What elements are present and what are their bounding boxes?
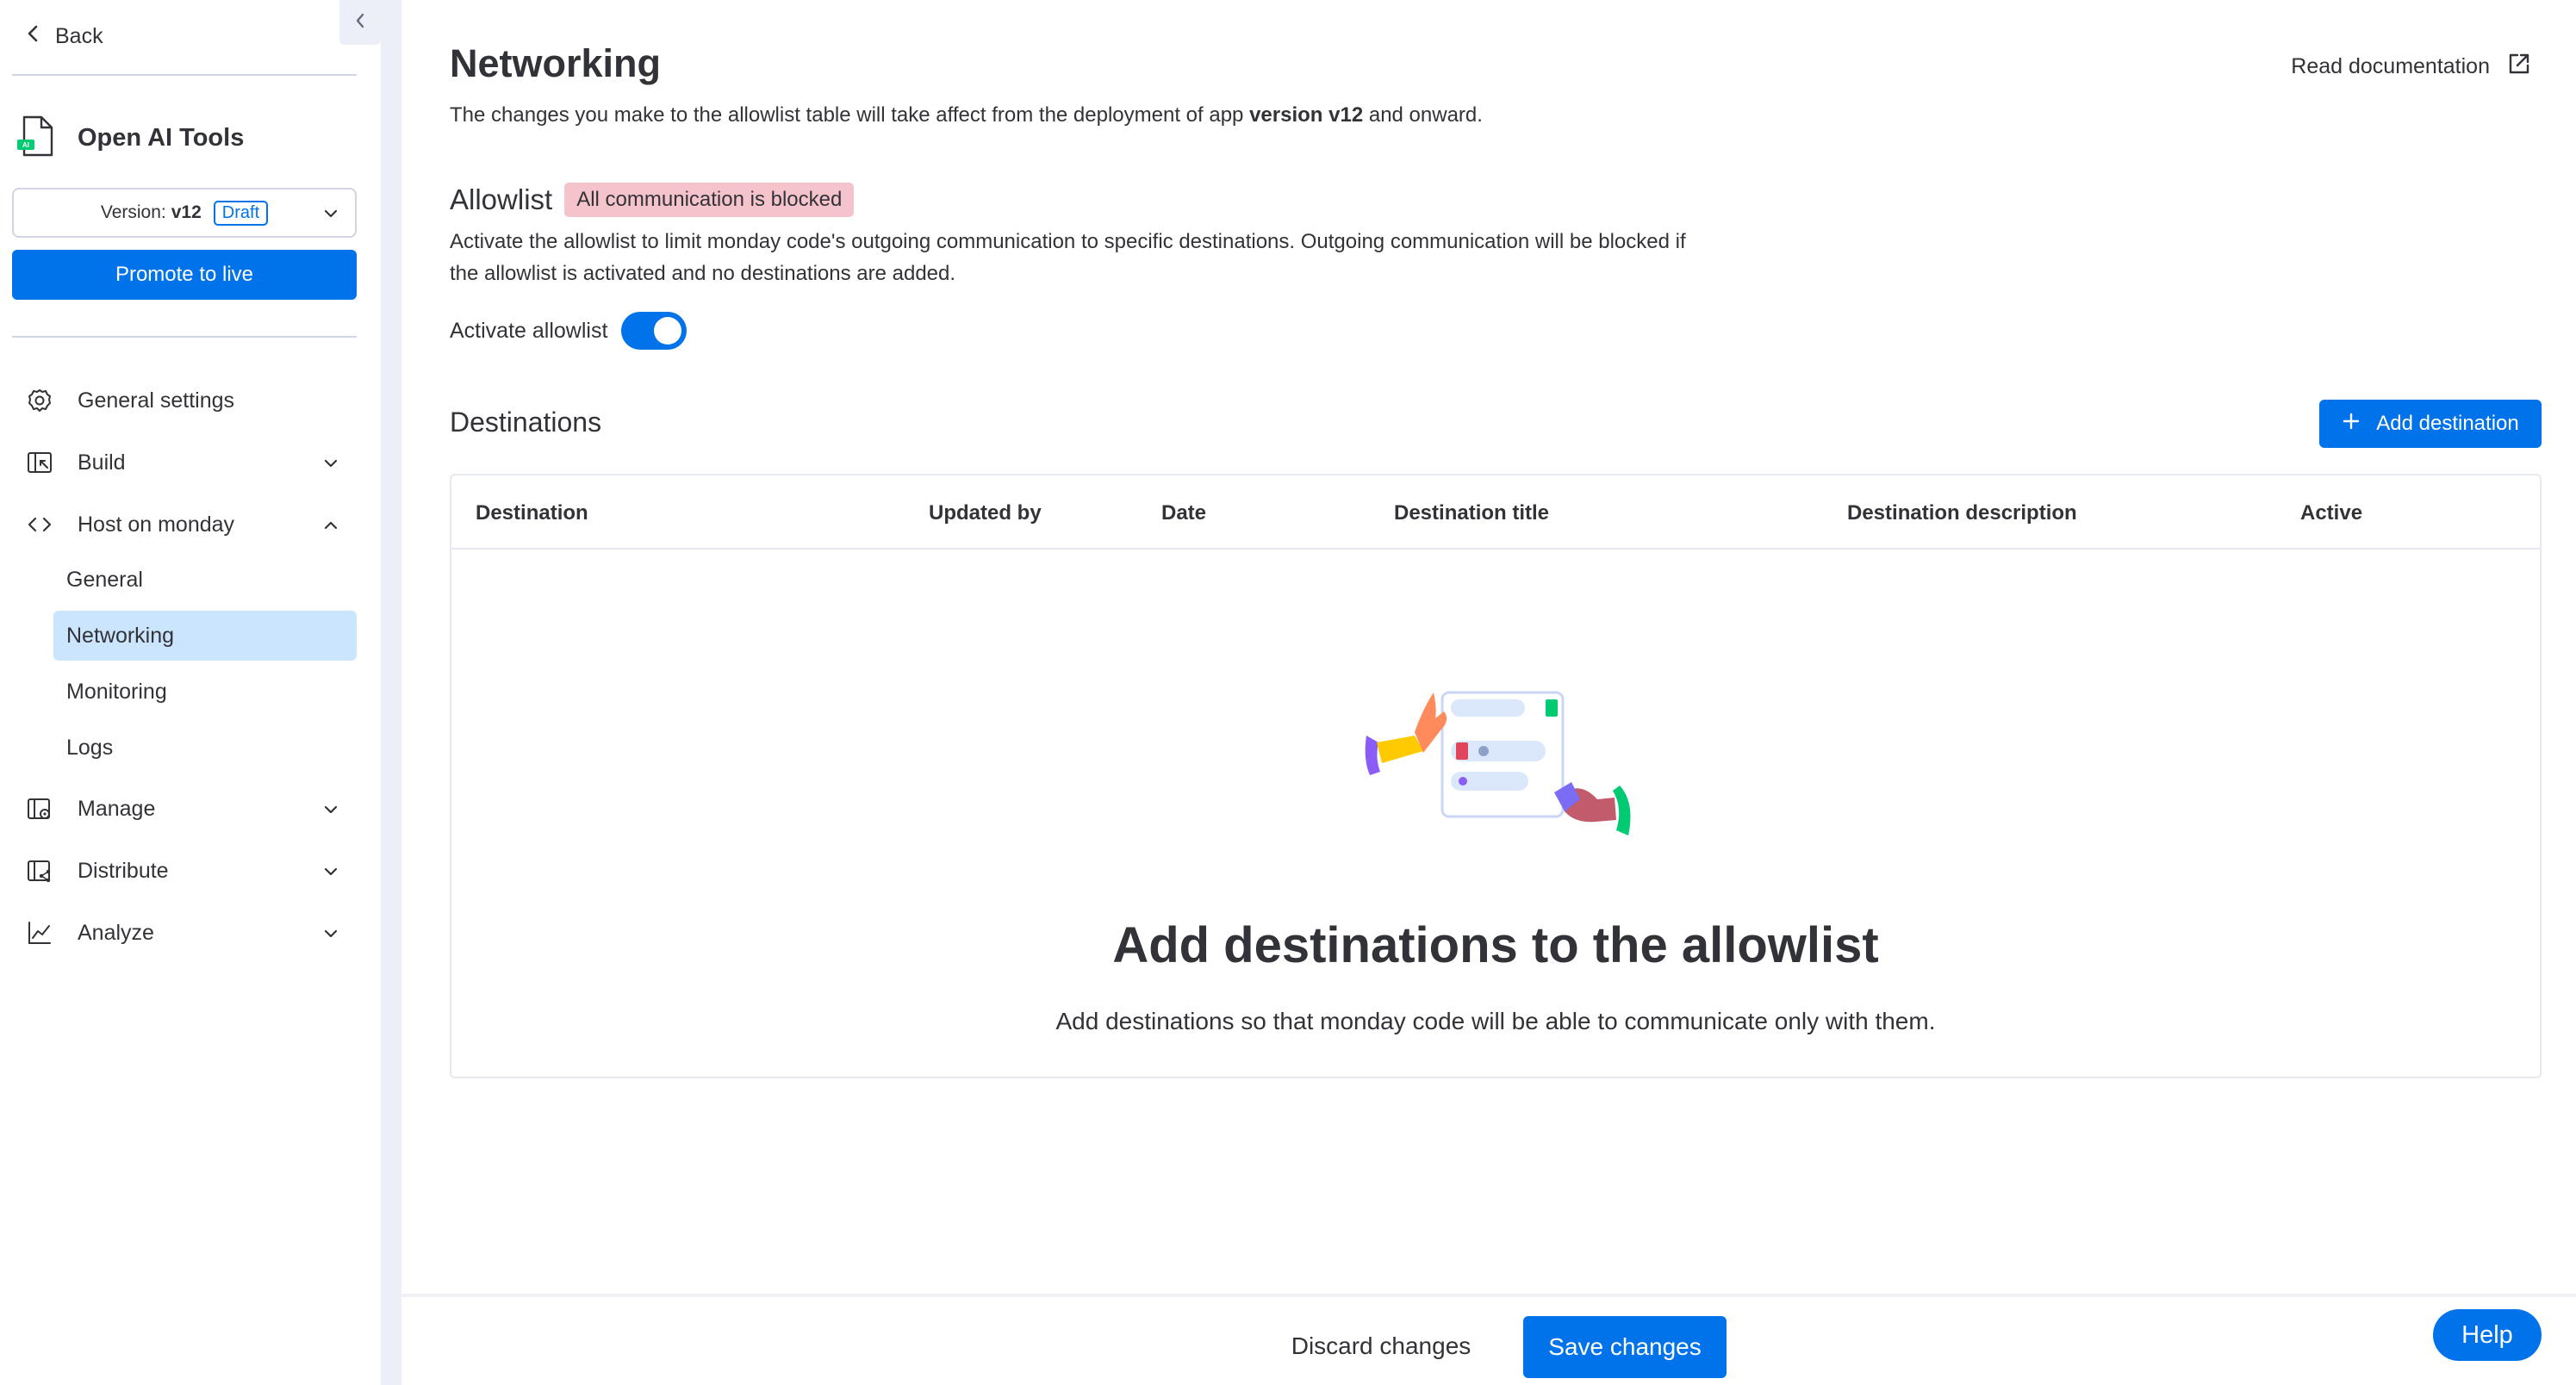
activate-allowlist-row: Activate allowlist: [450, 312, 688, 350]
version-value: v12: [171, 202, 202, 222]
sidebar-item-monitoring[interactable]: Monitoring: [53, 667, 357, 717]
chevron-down-icon: [322, 799, 339, 824]
column-header-date: Date: [1161, 501, 1207, 525]
external-link-icon: [2505, 50, 2533, 84]
chevron-down-icon: [322, 861, 339, 886]
column-header-destination-title: Destination title: [1394, 501, 1550, 525]
back-button[interactable]: Back: [26, 19, 103, 53]
page-description: The changes you make to the allowlist ta…: [450, 103, 1483, 127]
desc-version: version v12: [1249, 103, 1364, 127]
sidebar-item-logs[interactable]: Logs: [53, 723, 357, 773]
allowlist-header: Allowlist All communication is blocked: [450, 183, 855, 217]
destinations-title: Destinations: [450, 407, 602, 438]
distribute-icon: [24, 855, 55, 886]
nav-analyze[interactable]: Analyze: [12, 908, 357, 958]
app-file-icon: AI: [14, 114, 59, 163]
allowlist-title: Allowlist: [450, 183, 553, 215]
status-badge: All communication is blocked: [564, 183, 855, 217]
promote-to-live-button[interactable]: Promote to live: [12, 250, 357, 300]
chevron-down-icon: [322, 923, 339, 948]
nav-label: Build: [78, 450, 126, 475]
main-content: Networking Read documentation The change…: [401, 0, 2576, 1385]
manage-icon: [24, 793, 55, 824]
nav-label: General settings: [78, 388, 235, 413]
discard-changes-button[interactable]: Discard changes: [1273, 1316, 1489, 1376]
nav-label: Analyze: [78, 920, 154, 945]
activate-allowlist-label: Activate allowlist: [450, 318, 608, 343]
nav-label: Host on monday: [78, 512, 235, 537]
chevron-left-icon: [354, 12, 366, 34]
add-destination-label: Add destination: [2376, 412, 2519, 435]
desc-pre: The changes you make to the allowlist ta…: [450, 103, 1250, 127]
nav-label: Manage: [78, 796, 156, 821]
read-documentation-label: Read documentation: [2291, 54, 2490, 78]
chevron-left-icon: [26, 24, 40, 49]
app-name: Open AI Tools: [78, 123, 245, 152]
empty-state-illustration: [1354, 682, 1664, 854]
nav-general-settings[interactable]: General settings: [12, 376, 357, 425]
column-header-updated-by: Updated by: [929, 501, 1042, 525]
save-changes-button[interactable]: Save changes: [1523, 1316, 1727, 1378]
sidebar: Back AI Open AI Tools Version: v12 Draft…: [0, 0, 381, 1385]
nav-host-on-monday[interactable]: Host on monday: [12, 500, 357, 550]
chart-line-icon: [24, 917, 55, 948]
build-icon: [24, 447, 55, 478]
chevron-up-icon: [322, 515, 339, 540]
svg-text:AI: AI: [22, 141, 29, 149]
version-label: Version:: [100, 202, 166, 222]
nav-label: Distribute: [78, 858, 169, 883]
read-documentation-link[interactable]: Read documentation: [2291, 50, 2533, 84]
gear-icon: [24, 385, 55, 416]
draft-badge: Draft: [213, 200, 269, 226]
empty-state-title: Add destinations to the allowlist: [1112, 917, 1879, 973]
sidebar-item-general[interactable]: General: [53, 555, 357, 605]
column-header-destination: Destination: [476, 501, 588, 525]
collapse-sidebar-button[interactable]: [339, 0, 381, 45]
sidebar-divider: [12, 74, 357, 76]
nav-manage[interactable]: Manage: [12, 784, 357, 834]
desc-post: and onward.: [1363, 103, 1483, 127]
allowlist-description: Activate the allowlist to limit monday c…: [450, 230, 1686, 285]
column-header-active: Active: [2300, 501, 2363, 525]
nav-build[interactable]: Build: [12, 438, 357, 488]
app-header: AI Open AI Tools: [14, 115, 244, 160]
chevron-down-icon: [322, 453, 339, 478]
footer-bar: Discard changes Save changes Help: [401, 1294, 2576, 1385]
sidebar-divider: [12, 336, 357, 338]
plus-icon: [2342, 412, 2361, 437]
column-header-destination-description: Destination description: [1847, 501, 2077, 525]
help-button[interactable]: Help: [2433, 1309, 2542, 1361]
nav-distribute[interactable]: Distribute: [12, 846, 357, 896]
empty-state-description: Add destinations so that monday code wil…: [1055, 1008, 1936, 1034]
table-header: Destination Updated by Date Destination …: [451, 475, 2540, 550]
sidebar-item-networking[interactable]: Networking: [53, 611, 357, 661]
code-icon: [24, 509, 55, 540]
add-destination-button[interactable]: Add destination: [2319, 400, 2542, 448]
sidebar-rail: [381, 0, 401, 1385]
page-title: Networking: [450, 41, 662, 85]
back-label: Back: [55, 23, 103, 48]
chevron-down-icon: [322, 205, 339, 227]
version-select[interactable]: Version: v12 Draft: [12, 188, 357, 238]
activate-allowlist-toggle[interactable]: [621, 312, 688, 350]
destinations-table: Destination Updated by Date Destination …: [450, 474, 2542, 1078]
